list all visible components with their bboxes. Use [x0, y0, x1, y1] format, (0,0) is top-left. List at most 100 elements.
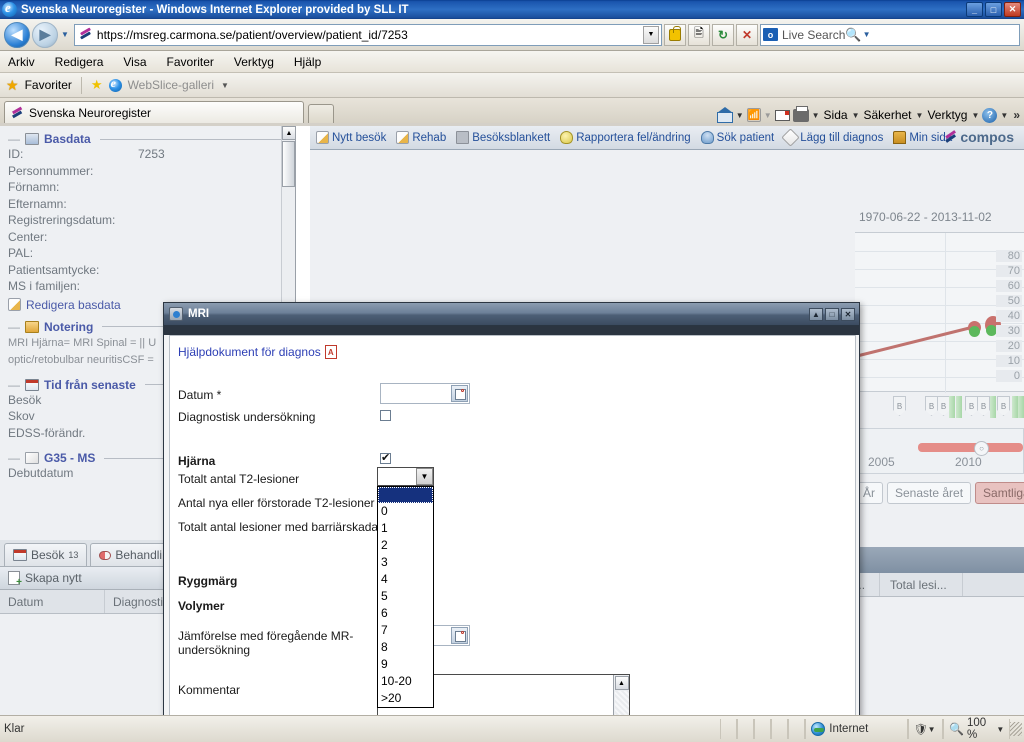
dialog-maximize-button[interactable]: □	[825, 307, 839, 321]
menu-item-verktyg[interactable]: Verktyg	[234, 55, 274, 69]
new-tab-button[interactable]	[308, 104, 334, 123]
favorites-label[interactable]: Favoriter	[25, 78, 72, 92]
address-bar[interactable]: https://msreg.carmona.se/patient/overvie…	[73, 23, 662, 46]
slider-range-bar[interactable]: ○	[918, 441, 1023, 456]
favorites-star-icon[interactable]: ★	[6, 77, 19, 94]
collapse-icon[interactable]: —	[8, 451, 20, 465]
command-verktyg[interactable]: Verktyg	[926, 108, 968, 122]
tab-besok[interactable]: Besök 13	[4, 543, 88, 566]
command-sakerhet[interactable]: Säkerhet	[862, 108, 912, 122]
home-icon[interactable]	[716, 107, 733, 123]
webslice-label[interactable]: WebSlice-galleri	[128, 78, 214, 92]
range-button-senaste-aret[interactable]: Senaste året	[887, 482, 972, 504]
forward-button[interactable]: ▶	[32, 21, 58, 48]
dropdown-option-blank[interactable]	[378, 487, 433, 503]
dropdown-option-0[interactable]: 0	[378, 503, 433, 520]
stop-button[interactable]: ✕	[736, 23, 758, 46]
search-input[interactable]: Live Search	[782, 28, 845, 42]
search-box[interactable]: o Live Search 🔍 ▼	[760, 23, 1020, 46]
refresh-button[interactable]: ↻	[712, 23, 734, 46]
menu-item-favoriter[interactable]: Favoriter	[167, 55, 214, 69]
menu-item-visa[interactable]: Visa	[123, 55, 146, 69]
menu-item-hjalp[interactable]: Hjälp	[294, 55, 321, 69]
collapse-icon[interactable]: —	[8, 378, 20, 392]
protected-mode-indicator[interactable]: 🛡 ▼	[907, 719, 944, 739]
verktyg-chevron-down-icon[interactable]: ▼	[971, 111, 979, 120]
dialog-restore-button[interactable]: ▲	[809, 307, 823, 321]
dropdown-option-9[interactable]: 9	[378, 656, 433, 673]
dropdown-option-7[interactable]: 7	[378, 622, 433, 639]
event-marker[interactable]: B	[997, 396, 1010, 416]
event-marker[interactable]: B	[893, 396, 906, 416]
app-nav-rapportera-fel[interactable]: Rapportera fel/ändring	[560, 131, 691, 144]
dropdown-option-5[interactable]: 5	[378, 588, 433, 605]
app-nav-lagg-till-diagnos[interactable]: Lägg till diagnos	[781, 128, 883, 147]
scroll-up-icon[interactable]: ▲	[282, 126, 295, 140]
history-dropdown-icon[interactable]: ▼	[61, 30, 69, 39]
totalt-antal-t2-lesioner-select[interactable]: ▼	[377, 467, 434, 486]
command-bar-overflow-icon[interactable]: »	[1013, 108, 1020, 122]
datum-input[interactable]	[380, 383, 470, 404]
chart-time-slider[interactable]: ○ 2005 2010	[855, 428, 1024, 474]
scrollbar-track[interactable]	[614, 691, 629, 715]
dialog-close-button[interactable]: ✕	[841, 307, 855, 321]
dropdown-option-6[interactable]: 6	[378, 605, 433, 622]
search-provider-dropdown-icon[interactable]: ▼	[863, 30, 871, 39]
zoom-level[interactable]: 🔍 100 % ▼	[943, 717, 1011, 741]
textarea-scrollbar[interactable]: ▲ ▼	[613, 675, 629, 715]
column-header-empty[interactable]	[962, 573, 1024, 596]
search-icon[interactable]: 🔍	[845, 27, 861, 43]
collapse-icon[interactable]: —	[8, 132, 20, 146]
print-chevron-down-icon[interactable]: ▼	[812, 111, 820, 120]
resize-grip[interactable]	[1010, 722, 1022, 736]
dropdown-option-gt20[interactable]: >20	[378, 690, 433, 707]
column-header-total-lesioner[interactable]: Total lesi...	[879, 573, 962, 596]
close-button[interactable]: ✕	[1004, 2, 1021, 17]
print-icon[interactable]	[792, 105, 809, 122]
diagnostisk-undersokning-checkbox[interactable]	[380, 410, 391, 421]
app-nav-min-sida[interactable]: Min sida	[893, 131, 952, 144]
app-nav-sok-patient[interactable]: Sök patient	[700, 131, 774, 144]
back-button[interactable]: ◀	[4, 21, 30, 48]
chevron-down-icon[interactable]: ▼	[416, 468, 433, 485]
app-nav-rehab[interactable]: Rehab	[396, 131, 446, 144]
calendar-picker-icon[interactable]	[451, 385, 468, 402]
dropdown-option-3[interactable]: 3	[378, 554, 433, 571]
t2-lesioner-dropdown-list[interactable]: 0 1 2 3 4 5 6 7 8 9 10-20 >20	[377, 486, 434, 708]
dropdown-option-2[interactable]: 2	[378, 537, 433, 554]
help-document-link[interactable]: Hjälpdokument för diagnos A	[178, 345, 337, 359]
range-button-samtliga[interactable]: Samtliga	[975, 482, 1024, 504]
rss-chevron-down-icon[interactable]: ▼	[764, 111, 772, 120]
add-favorite-icon[interactable]: ★	[91, 77, 103, 93]
home-chevron-down-icon[interactable]: ▼	[736, 111, 744, 120]
sakerhet-chevron-down-icon[interactable]: ▼	[916, 111, 924, 120]
dropdown-option-4[interactable]: 4	[378, 571, 433, 588]
webslice-chevron-down-icon[interactable]: ▼	[221, 81, 229, 90]
slider-knob[interactable]: ○	[974, 441, 989, 456]
help-icon[interactable]: ?	[982, 107, 998, 123]
help-chevron-down-icon[interactable]: ▼	[1000, 111, 1008, 120]
rss-feeds-icon[interactable]: 📶	[746, 108, 761, 122]
collapse-icon[interactable]: —	[8, 320, 20, 334]
event-marker[interactable]: B	[965, 396, 978, 416]
app-nav-besoksblankett[interactable]: Besöksblankett	[456, 131, 550, 144]
dropdown-option-1[interactable]: 1	[378, 520, 433, 537]
event-marker[interactable]: B	[925, 396, 938, 416]
ssl-lock-icon[interactable]	[664, 23, 686, 46]
compatibility-view-icon[interactable]: 🖹	[688, 23, 710, 46]
app-nav-nytt-besok[interactable]: Nytt besök	[316, 131, 386, 144]
command-sida[interactable]: Sida	[823, 108, 849, 122]
minimize-button[interactable]: _	[966, 2, 983, 17]
event-marker[interactable]: B	[977, 396, 990, 416]
hjarna-checkbox[interactable]	[380, 451, 391, 464]
scroll-up-icon[interactable]: ▲	[614, 676, 629, 690]
browser-tab[interactable]: Svenska Neuroregister	[4, 101, 304, 123]
column-header-datum[interactable]: Datum	[0, 590, 105, 613]
security-zone[interactable]: Internet	[805, 719, 908, 739]
calendar-picker-icon[interactable]	[451, 627, 468, 644]
menu-item-arkiv[interactable]: Arkiv	[8, 55, 35, 69]
mail-icon[interactable]	[774, 109, 790, 121]
address-dropdown-icon[interactable]: ▼	[643, 25, 659, 44]
scrollbar-thumb[interactable]	[282, 141, 295, 187]
dropdown-option-10-20[interactable]: 10-20	[378, 673, 433, 690]
